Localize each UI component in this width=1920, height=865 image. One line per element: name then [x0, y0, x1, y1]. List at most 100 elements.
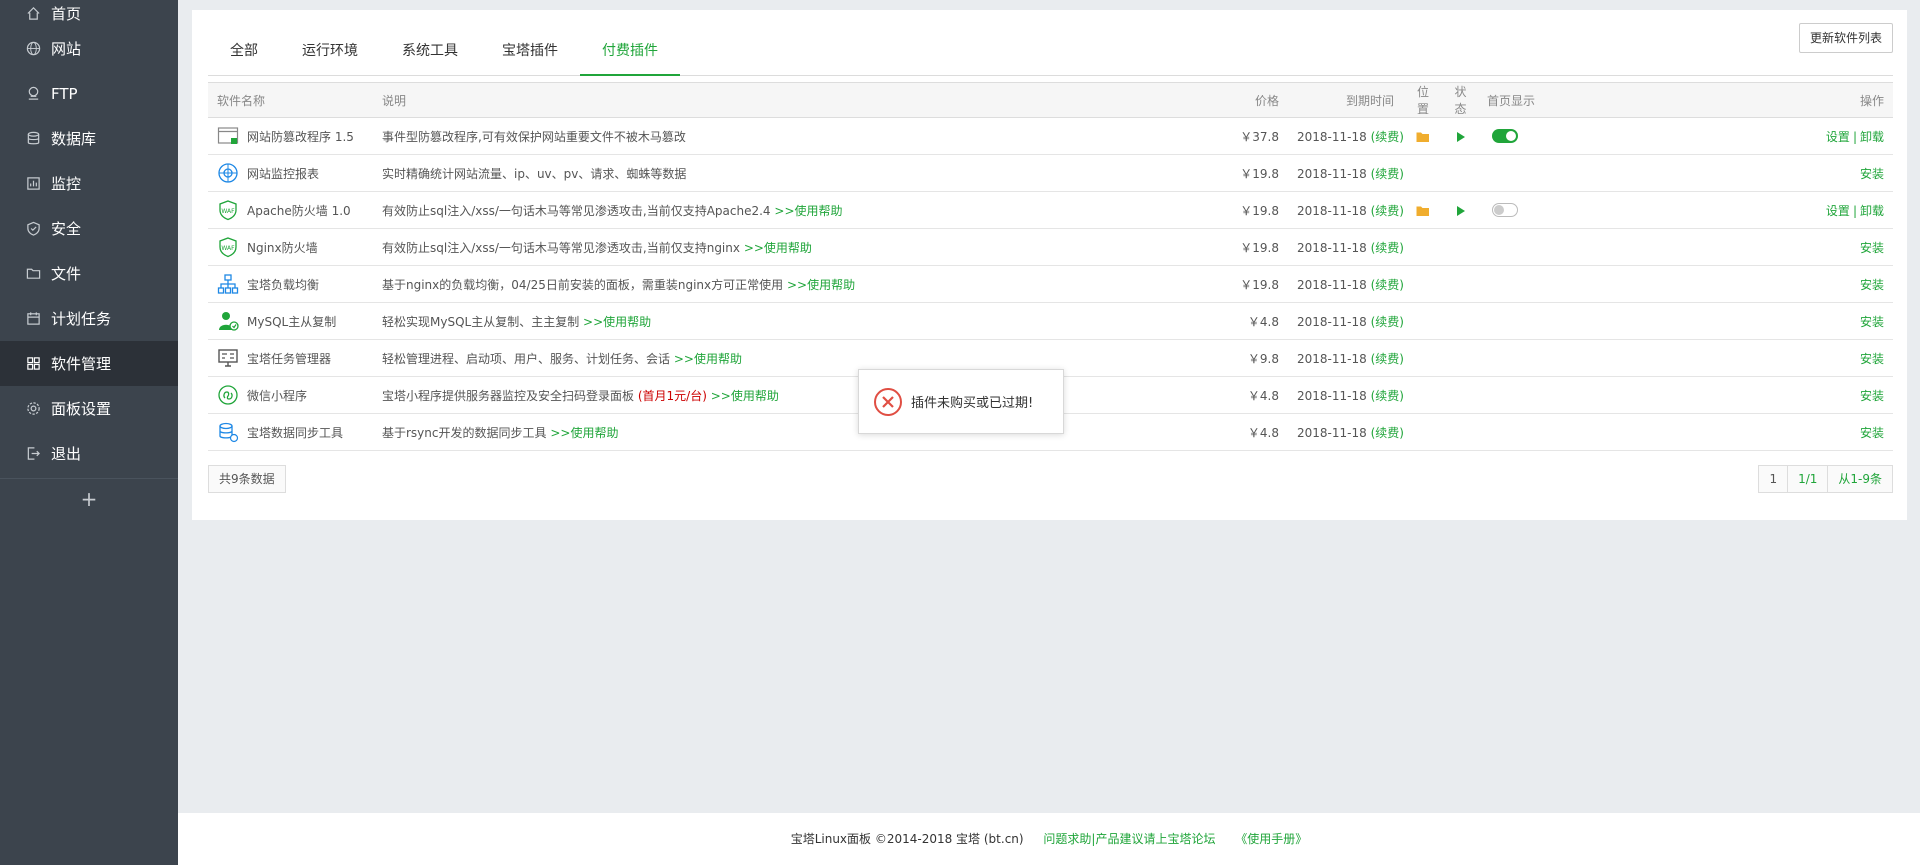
sidebar-item-website[interactable]: 网站 — [0, 26, 178, 71]
sidebar-item-label: 数据库 — [51, 130, 97, 148]
sidebar-item-home[interactable]: 首页 — [0, 0, 178, 26]
report-icon — [217, 162, 239, 184]
software-name-cell: MySQL主从复制 — [208, 302, 373, 340]
software-name-cell: WAF Apache防火墙 1.0 — [208, 191, 373, 229]
renew-link[interactable]: (续费) — [1371, 241, 1403, 255]
header-home: 首页显示 — [1478, 82, 1548, 118]
install-link[interactable]: 安装 — [1860, 389, 1884, 403]
renew-link[interactable]: (续费) — [1371, 278, 1403, 292]
renew-link[interactable]: (续费) — [1371, 426, 1403, 440]
open-folder-icon[interactable] — [1416, 203, 1430, 217]
uninstall-link[interactable]: 卸载 — [1860, 204, 1884, 218]
tab-bt-plugins[interactable]: 宝塔插件 — [480, 28, 580, 76]
sidebar-item-label: 面板设置 — [51, 400, 112, 418]
header-name: 软件名称 — [208, 82, 373, 118]
install-link[interactable]: 安装 — [1860, 352, 1884, 366]
home-display-toggle[interactable] — [1492, 203, 1518, 218]
software-name: Apache防火墙 1.0 — [247, 203, 351, 218]
expire-date: 2018-11-18 — [1297, 277, 1367, 292]
table-row: MySQL主从复制 轻松实现MySQL主从复制、主主复制 >>使用帮助 ￥4.8 20… — [208, 302, 1893, 340]
renew-link[interactable]: (续费) — [1371, 315, 1403, 329]
location-cell — [1403, 302, 1443, 340]
database-icon — [26, 131, 41, 146]
settings-link[interactable]: 设置 — [1826, 204, 1850, 218]
footer-manual-link[interactable]: 《使用手册》 — [1235, 832, 1307, 846]
logout-icon — [26, 446, 41, 461]
sidebar-item-logout[interactable]: 退出 — [0, 431, 178, 476]
pagination: 1 1/1 从1-9条 — [1758, 465, 1893, 493]
home-display-cell — [1478, 376, 1548, 414]
software-desc: 宝塔小程序提供服务器监控及安全扫码登录面板 — [382, 388, 635, 403]
renew-link[interactable]: (续费) — [1371, 389, 1403, 403]
footer-forum-link[interactable]: 问题求助|产品建议请上宝塔论坛 — [1043, 832, 1215, 846]
tab-runtime[interactable]: 运行环境 — [280, 28, 380, 76]
software-price: ￥19.8 — [1213, 265, 1288, 303]
help-link[interactable]: >>使用帮助 — [787, 278, 855, 292]
operation-cell: 安装 — [1548, 228, 1893, 266]
help-link[interactable]: >>使用帮助 — [744, 241, 812, 255]
sidebar-item-monitor[interactable]: 监控 — [0, 161, 178, 206]
install-link[interactable]: 安装 — [1860, 426, 1884, 440]
error-icon — [874, 387, 902, 416]
expire-cell: 2018-11-18 (续费) — [1288, 339, 1403, 377]
operation-cell: 安装 — [1548, 339, 1893, 377]
sidebar-item-label: 监控 — [51, 175, 82, 193]
sidebar-item-ftp[interactable]: FTP — [0, 71, 178, 116]
home-display-cell — [1478, 339, 1548, 377]
sidebar-item-files[interactable]: 文件 — [0, 251, 178, 296]
help-link[interactable]: >>使用帮助 — [711, 389, 779, 403]
software-name: Nginx防火墙 — [247, 240, 318, 255]
sidebar-item-security[interactable]: 安全 — [0, 206, 178, 251]
renew-link[interactable]: (续费) — [1371, 130, 1403, 144]
balance-icon — [217, 273, 239, 295]
play-icon[interactable] — [1456, 129, 1466, 143]
home-display-toggle[interactable] — [1492, 129, 1518, 144]
help-link[interactable]: >>使用帮助 — [674, 352, 742, 366]
operation-cell: 安装 — [1548, 413, 1893, 451]
tab-all[interactable]: 全部 — [208, 28, 280, 76]
sidebar-item-label: 安全 — [51, 220, 82, 238]
renew-link[interactable]: (续费) — [1371, 352, 1403, 366]
table-header: 软件名称 说明 价格 到期时间 位置 状态 首页显示 操作 — [208, 82, 1893, 118]
install-link[interactable]: 安装 — [1860, 167, 1884, 181]
sidebar-item-database[interactable]: 数据库 — [0, 116, 178, 161]
help-link[interactable]: >>使用帮助 — [550, 426, 618, 440]
install-link[interactable]: 安装 — [1860, 278, 1884, 292]
sidebar-item-label: FTP — [51, 84, 78, 103]
status-cell — [1443, 339, 1478, 377]
renew-link[interactable]: (续费) — [1371, 204, 1403, 218]
page-current[interactable]: 1 — [1759, 466, 1789, 492]
uninstall-link[interactable]: 卸载 — [1860, 130, 1884, 144]
sidebar-item-label: 首页 — [51, 4, 82, 23]
update-software-list-button[interactable]: 更新软件列表 — [1798, 23, 1893, 53]
wechat-icon — [217, 384, 239, 406]
software-desc: 有效防止sql注入/xss/一句话木马等常见渗透攻击,当前仅支持nginx — [382, 240, 740, 255]
task-icon — [217, 347, 239, 369]
sidebar-item-settings[interactable]: 面板设置 — [0, 386, 178, 431]
help-link[interactable]: >>使用帮助 — [583, 315, 651, 329]
tab-paid-plugins[interactable]: 付费插件 — [580, 28, 680, 76]
expire-cell: 2018-11-18 (续费) — [1288, 265, 1403, 303]
home-icon — [26, 6, 41, 21]
home-display-cell — [1478, 302, 1548, 340]
install-link[interactable]: 安装 — [1860, 315, 1884, 329]
status-cell — [1443, 228, 1478, 266]
software-desc: 基于nginx的负载均衡，04/25日前安装的面板，需重装nginx方可正常使用 — [382, 277, 784, 292]
play-icon[interactable] — [1456, 203, 1466, 217]
expire-date: 2018-11-18 — [1297, 388, 1367, 403]
software-panel: 全部 运行环境 系统工具 宝塔插件 付费插件 更新软件列表 软件名称 说明 价格… — [192, 10, 1907, 520]
expire-date: 2018-11-18 — [1297, 166, 1367, 181]
tab-system-tools[interactable]: 系统工具 — [380, 28, 480, 76]
open-folder-icon[interactable] — [1416, 129, 1430, 143]
header-desc: 说明 — [373, 82, 1213, 118]
add-shortcut-button[interactable]: + — [0, 478, 178, 518]
renew-link[interactable]: (续费) — [1371, 167, 1403, 181]
help-link[interactable]: >>使用帮助 — [774, 204, 842, 218]
install-link[interactable]: 安装 — [1860, 241, 1884, 255]
software-name: 宝塔数据同步工具 — [247, 425, 344, 440]
location-cell — [1403, 228, 1443, 266]
location-cell — [1403, 117, 1443, 155]
sidebar-item-crontab[interactable]: 计划任务 — [0, 296, 178, 341]
sidebar-item-software[interactable]: 软件管理 — [0, 341, 178, 386]
settings-link[interactable]: 设置 — [1826, 130, 1850, 144]
